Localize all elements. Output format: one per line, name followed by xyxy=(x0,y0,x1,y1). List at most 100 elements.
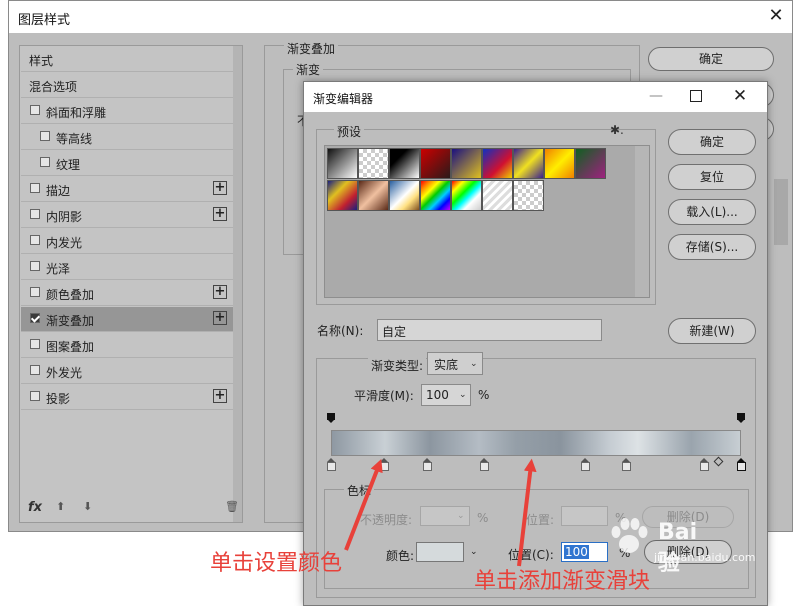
paw-icon xyxy=(611,518,648,553)
chevron-down-icon: ⌄ xyxy=(459,390,467,400)
preset-swatch[interactable] xyxy=(482,180,513,211)
style-item[interactable]: 颜色叠加 + xyxy=(21,281,233,306)
color-stop[interactable] xyxy=(736,458,746,472)
style-item[interactable]: 样式 xyxy=(21,47,233,72)
location-input[interactable]: 100 xyxy=(561,542,608,562)
color-stop[interactable] xyxy=(379,458,389,472)
add-style-icon[interactable]: + xyxy=(213,311,227,325)
style-item[interactable]: 纹理 xyxy=(21,151,233,176)
close-icon[interactable]: ✕ xyxy=(765,5,787,27)
new-button[interactable]: 新建(W) xyxy=(668,318,756,344)
color-stop[interactable] xyxy=(580,458,590,472)
styles-toolbar: fx ⬆ ⬇ 🗑 xyxy=(20,498,242,522)
preset-swatch[interactable] xyxy=(482,148,513,179)
style-item[interactable]: 光泽 xyxy=(21,255,233,280)
name-label: 名称(N): xyxy=(317,324,364,338)
opacity-stop[interactable] xyxy=(327,413,335,424)
style-checkbox[interactable] xyxy=(40,157,50,167)
minimize-icon[interactable]: — xyxy=(646,86,666,106)
add-style-icon[interactable]: + xyxy=(213,207,227,221)
style-item[interactable]: 内发光 xyxy=(21,229,233,254)
style-item[interactable]: 等高线 xyxy=(21,125,233,150)
ok-button[interactable]: 确定 xyxy=(668,129,756,155)
preset-swatch[interactable] xyxy=(358,180,389,211)
style-item[interactable]: 投影 + xyxy=(21,385,233,410)
opacity-stop[interactable] xyxy=(737,413,745,424)
styles-scrollbar[interactable] xyxy=(233,46,242,522)
style-item-label: 内发光 xyxy=(46,236,83,250)
annotation-set-color: 单击设置颜色 xyxy=(210,551,343,576)
style-item-label: 内阴影 xyxy=(46,210,83,224)
name-input[interactable]: 自定 xyxy=(377,319,602,341)
reset-button[interactable]: 复位 xyxy=(668,164,756,190)
color-stop[interactable] xyxy=(326,458,336,472)
style-checkbox[interactable] xyxy=(30,365,40,375)
preset-swatch[interactable] xyxy=(575,148,606,179)
fx-icon[interactable]: fx xyxy=(28,500,42,515)
color-stop[interactable] xyxy=(699,458,709,472)
style-checkbox[interactable] xyxy=(30,287,40,297)
style-item[interactable]: 内阴影 + xyxy=(21,203,233,228)
gradient-bar[interactable] xyxy=(331,430,741,456)
preset-swatch[interactable] xyxy=(513,180,544,211)
add-style-icon[interactable]: + xyxy=(213,285,227,299)
load-button[interactable]: 载入(L)... xyxy=(668,199,756,225)
preset-swatch[interactable] xyxy=(389,148,420,179)
move-up-icon[interactable]: ⬆ xyxy=(56,500,65,513)
style-item[interactable]: 外发光 xyxy=(21,359,233,384)
preset-swatch[interactable] xyxy=(420,148,451,179)
trash-icon[interactable]: 🗑 xyxy=(225,500,239,513)
close-icon[interactable]: ✕ xyxy=(730,86,750,106)
add-style-icon[interactable]: + xyxy=(213,181,227,195)
stop-location-field xyxy=(561,506,608,526)
style-checkbox[interactable] xyxy=(30,105,40,115)
style-checkbox[interactable] xyxy=(30,339,40,349)
style-item[interactable]: 渐变叠加 + xyxy=(21,307,233,332)
smoothness-select[interactable]: 100 ⌄ xyxy=(421,384,471,406)
style-checkbox[interactable] xyxy=(30,209,40,219)
preset-grid xyxy=(324,145,650,298)
stop-color-swatch[interactable] xyxy=(416,542,464,562)
preset-swatch[interactable] xyxy=(544,148,575,179)
style-item-label: 颜色叠加 xyxy=(46,288,95,302)
smoothness-label: 平滑度(M): xyxy=(354,389,414,403)
gradient-type-select[interactable]: 实底 ⌄ xyxy=(427,352,483,375)
chevron-down-icon[interactable]: ⌄ xyxy=(470,547,478,557)
style-item[interactable]: 描边 + xyxy=(21,177,233,202)
color-stops-title: 色标 xyxy=(344,482,375,499)
style-item[interactable]: 图案叠加 xyxy=(21,333,233,358)
style-item[interactable]: 混合选项 xyxy=(21,73,233,98)
style-checkbox[interactable] xyxy=(30,183,40,193)
color-stop[interactable] xyxy=(621,458,631,472)
style-checkbox[interactable] xyxy=(30,313,40,323)
preset-swatch[interactable] xyxy=(451,180,482,211)
preset-swatch[interactable] xyxy=(513,148,544,179)
preset-swatch[interactable] xyxy=(358,148,389,179)
style-item-label: 外发光 xyxy=(46,366,83,380)
style-item[interactable]: 斜面和浮雕 xyxy=(21,99,233,124)
preset-swatch[interactable] xyxy=(327,148,358,179)
style-checkbox[interactable] xyxy=(30,235,40,245)
outer-ok-button[interactable]: 确定 xyxy=(648,47,774,71)
preset-swatch[interactable] xyxy=(420,180,451,211)
style-checkbox[interactable] xyxy=(30,391,40,401)
stop-opacity-unit: % xyxy=(477,511,489,525)
smoothness-value: 100 xyxy=(426,388,449,402)
gear-icon[interactable]: ✱. xyxy=(610,123,624,137)
save-button[interactable]: 存储(S)... xyxy=(668,234,756,260)
gradient-type-value: 实底 xyxy=(434,358,459,372)
move-down-icon[interactable]: ⬇ xyxy=(83,500,92,513)
add-style-icon[interactable]: + xyxy=(213,389,227,403)
maximize-icon[interactable] xyxy=(690,90,702,102)
gradient-editor-title: 渐变编辑器 xyxy=(313,92,374,106)
color-stop[interactable] xyxy=(480,458,490,472)
presets-scrollbar[interactable] xyxy=(635,146,649,297)
gradient-editor-dialog: 渐变编辑器 — ✕ 预设 ✱. 确定 复位 载入(L)... 存储(S)... … xyxy=(303,81,768,606)
preset-swatch[interactable] xyxy=(327,180,358,211)
color-stop[interactable] xyxy=(422,458,432,472)
style-checkbox[interactable] xyxy=(30,261,40,271)
style-checkbox[interactable] xyxy=(40,131,50,141)
preset-swatch[interactable] xyxy=(389,180,420,211)
preset-swatch[interactable] xyxy=(451,148,482,179)
style-item-label: 样式 xyxy=(29,54,54,68)
